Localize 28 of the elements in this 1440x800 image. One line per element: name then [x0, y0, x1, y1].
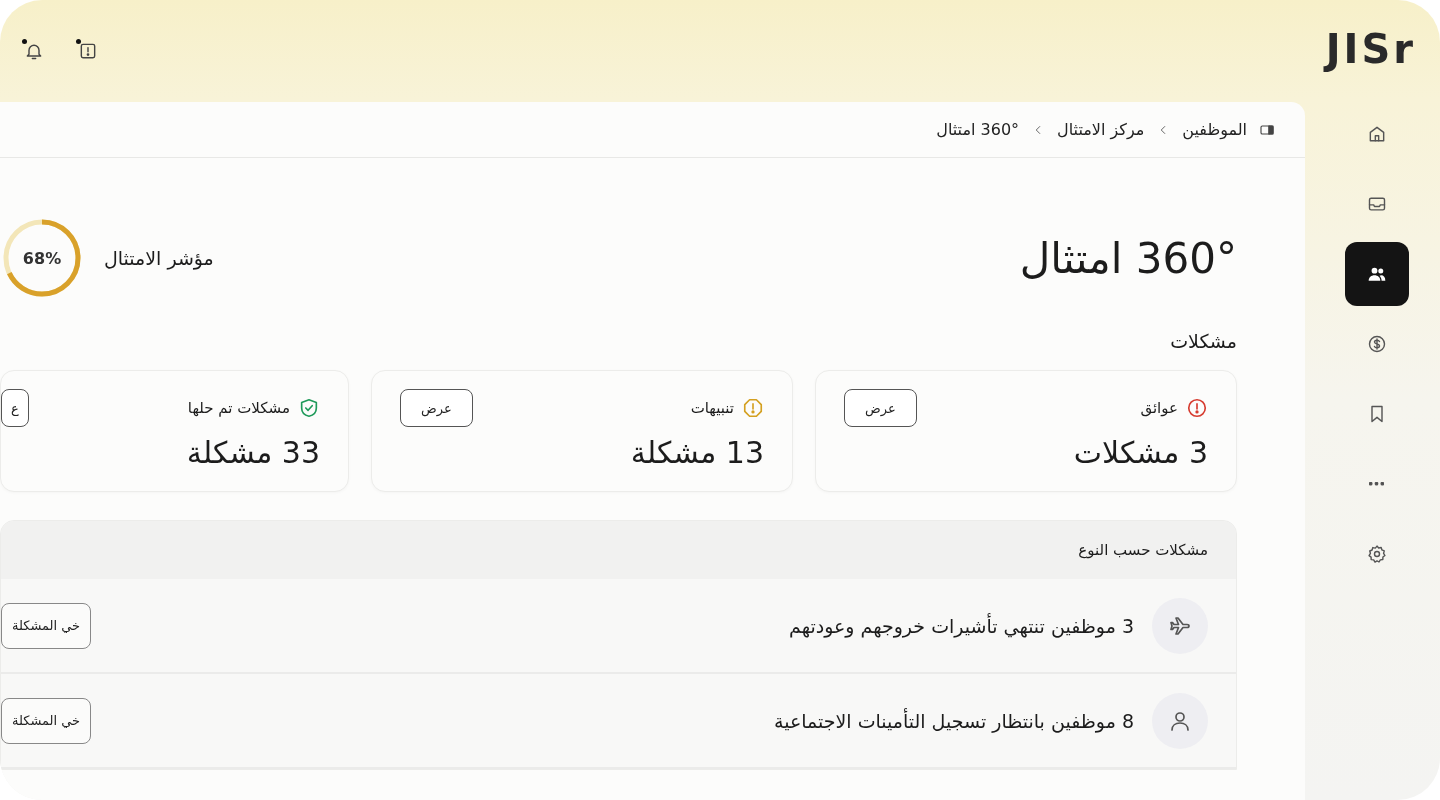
logo: JISr — [1325, 26, 1416, 72]
sidebar-item[interactable] — [1344, 242, 1409, 306]
issue-count: 3 مشكلات — [1072, 435, 1208, 470]
panel-title: مشكلات حسب النوع — [1078, 541, 1208, 559]
more-icon — [1369, 482, 1384, 486]
view-button[interactable]: عرض — [844, 389, 917, 427]
settings-icon — [1366, 544, 1387, 564]
gauge-value: 68% — [22, 248, 62, 268]
breadcrumb-link[interactable]: 360° امتثال — [936, 120, 1020, 139]
resolve-button[interactable]: خي المشكلة — [1, 697, 92, 744]
resolve-button[interactable]: خي المشكلة — [1, 602, 92, 649]
card-label: عوائق — [1140, 399, 1178, 417]
dollar-icon — [1366, 334, 1387, 354]
issue-text: 3 موظفين تنتهي تأشيرات خروجهم وعودتهم — [788, 614, 1134, 637]
issue-count: 33 مشكلة — [185, 435, 320, 470]
view-button[interactable]: عرض — [400, 389, 473, 427]
breadcrumb-link[interactable]: مركز الامتثال — [1057, 120, 1145, 139]
breadcrumb-link[interactable]: الموظفين — [1182, 120, 1247, 139]
card-label: مشكلات تم حلها — [187, 399, 290, 417]
inbox-icon — [1366, 194, 1387, 214]
issue-count: 13 مشكلة — [629, 435, 764, 470]
view-button[interactable]: ع — [1, 389, 29, 427]
issue-text: 8 موظفين بانتظار تسجيل التأمينات الاجتماعية — [772, 709, 1134, 732]
section-title: مشكلات — [1169, 330, 1237, 354]
card-label: تنبيهات — [690, 399, 734, 417]
gauge-label: مؤشر الامتثال — [104, 247, 214, 269]
alert-square-icon — [78, 41, 98, 61]
page-title: 360° امتثال — [1019, 233, 1237, 283]
